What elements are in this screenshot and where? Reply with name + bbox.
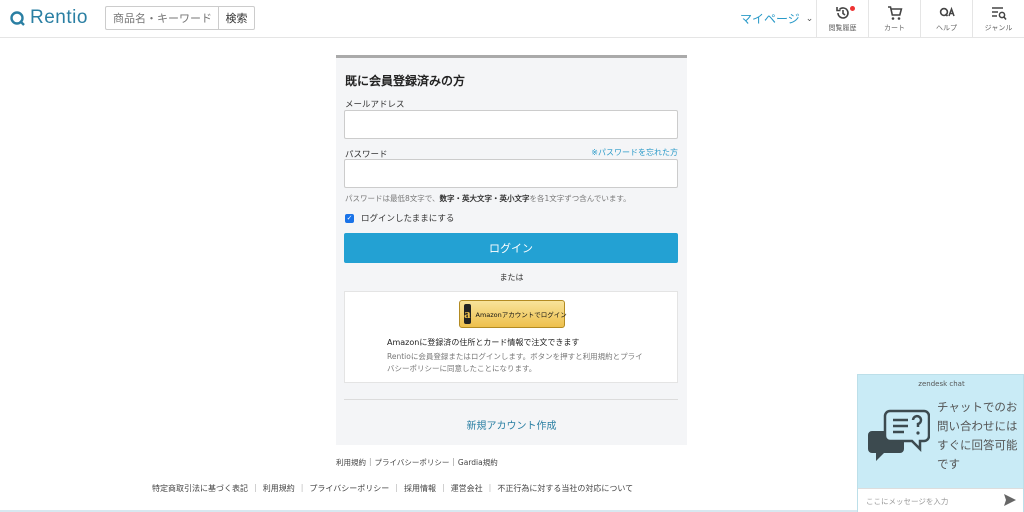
- search-bar: 検索: [105, 6, 255, 30]
- separator: |: [395, 483, 398, 492]
- logo-text: Rentio: [30, 7, 88, 28]
- chat-input[interactable]: ここにメッセージを入力: [858, 488, 1023, 512]
- footer-link-company[interactable]: 運営会社: [451, 483, 483, 494]
- new-account-link[interactable]: 新規アカウント作成: [336, 417, 687, 432]
- mini-link-terms[interactable]: 利用規約: [336, 457, 366, 468]
- password-hint: パスワードは最低8文字で、数字・英大文字・英小文字を各1文字ずつ含んでいます。: [345, 193, 631, 204]
- chat-message: チャットでのお問い合わせにはすぐに回答可能です: [937, 400, 1018, 471]
- separator: |: [254, 483, 257, 492]
- amazon-login-box: a Amazonアカウントでログイン Amazonに登録済の住所とカード情報で注…: [344, 291, 678, 383]
- separator: |: [369, 457, 372, 466]
- header: Rentio 検索 マイページ ⌄ 閲覧履歴 カート ヘルプ: [0, 0, 1024, 38]
- password-field[interactable]: [344, 159, 678, 188]
- footer-link-privacy[interactable]: プライバシーポリシー: [309, 483, 389, 494]
- separator: |: [441, 483, 445, 492]
- footer-link-terms[interactable]: 利用規約: [263, 483, 295, 494]
- remember-me[interactable]: ✓ ログインしたままにする: [345, 212, 454, 224]
- chat-input-placeholder: ここにメッセージを入力: [866, 497, 949, 506]
- email-label: メールアドレス: [345, 100, 405, 110]
- nav-help[interactable]: ヘルプ: [920, 0, 972, 38]
- or-separator: または: [499, 273, 524, 282]
- logo[interactable]: Rentio: [10, 7, 88, 29]
- mypage-label: マイページ: [740, 12, 800, 26]
- login-title: 既に会員登録済みの方: [345, 74, 466, 88]
- footer-link-fraud[interactable]: 不正行為に対する当社の対応について: [497, 483, 633, 494]
- password-hint-prefix: パスワードは最低8文字で、: [345, 194, 440, 203]
- chat-title: zendesk chat: [918, 380, 965, 388]
- amazon-logo-icon: a: [464, 304, 471, 324]
- rentio-logo-icon: [10, 11, 25, 26]
- forgot-password-link[interactable]: ※パスワードを忘れた方: [591, 147, 678, 158]
- nav-genre-label: ジャンル: [984, 24, 1013, 32]
- login-card: 既に会員登録済みの方 メールアドレス パスワード ※パスワードを忘れた方 パスワ…: [336, 55, 687, 445]
- notification-dot: [850, 6, 855, 11]
- cart-icon: [887, 6, 902, 20]
- amazon-login-button[interactable]: a Amazonアカウントでログイン: [459, 300, 567, 328]
- chevron-down-icon: ⌄: [805, 13, 814, 24]
- mypage-menu[interactable]: マイページ ⌄: [740, 10, 813, 27]
- send-icon[interactable]: [1004, 494, 1016, 506]
- mini-link-privacy[interactable]: プライバシーポリシー: [375, 457, 450, 468]
- nav-history-label: 閲覧履歴: [828, 24, 857, 32]
- remember-label: ログインしたままにする: [361, 214, 455, 224]
- nav-help-label: ヘルプ: [936, 24, 957, 32]
- card-links: 利用規約 | プライバシーポリシー | Gardia規約: [336, 457, 498, 468]
- nav-cart-label: カート: [884, 24, 905, 32]
- search-button[interactable]: 検索: [218, 6, 255, 30]
- search-input[interactable]: [105, 6, 218, 30]
- password-hint-bold: 数字・英大文字・英小文字: [439, 194, 530, 203]
- remember-checkbox[interactable]: ✓: [345, 213, 354, 223]
- nav-genre[interactable]: ジャンル: [972, 0, 1024, 38]
- footer-link-recruit[interactable]: 採用情報: [404, 483, 436, 494]
- amazon-note: Amazonに登録済の住所とカード情報で注文できます: [387, 338, 580, 347]
- mini-link-gardia[interactable]: Gardia規約: [458, 457, 498, 468]
- divider: [344, 399, 678, 400]
- chat-widget[interactable]: zendesk chat チャットでのお問い合わせにはすぐに回答可能です ここに…: [857, 374, 1024, 512]
- qa-icon: [939, 6, 955, 17]
- email-field[interactable]: [344, 110, 678, 139]
- amazon-terms: Rentioに会員登録またはログインします。ボタンを押すと利用規約とプライバシー…: [387, 352, 643, 373]
- separator: |: [488, 483, 492, 492]
- separator: |: [300, 483, 304, 492]
- nav-cart[interactable]: カート: [868, 0, 920, 38]
- history-icon: [835, 7, 849, 19]
- genre-search-icon: [991, 7, 1007, 20]
- nav-history[interactable]: 閲覧履歴: [816, 0, 868, 38]
- password-hint-suffix: を各1文字ずつ含んでいます。: [529, 194, 631, 203]
- separator: |: [452, 457, 455, 466]
- footer-links: 特定商取引法に基づく表記 | 利用規約 | プライバシーポリシー | 採用情報 …: [152, 483, 633, 494]
- chat-bubble-icon: [868, 409, 930, 461]
- footer-link-tokushoho[interactable]: 特定商取引法に基づく表記: [152, 483, 248, 494]
- login-button[interactable]: ログイン: [344, 233, 678, 263]
- amazon-login-label: Amazonアカウントでログイン: [475, 311, 567, 319]
